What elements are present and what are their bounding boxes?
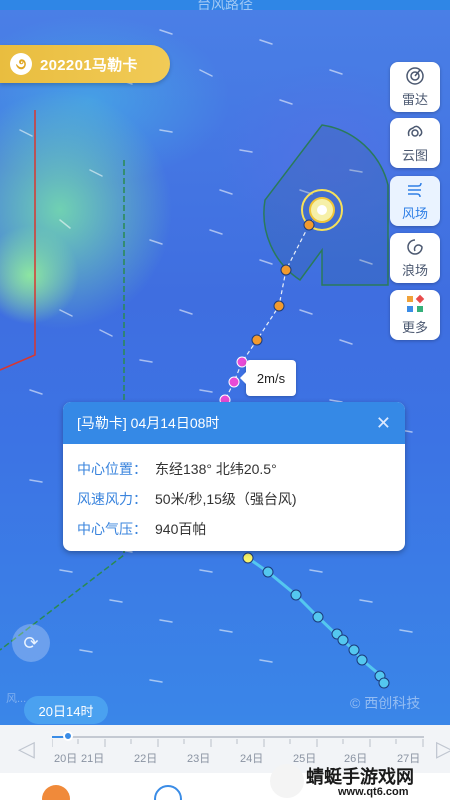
map-watermark: © 西创科技 <box>350 695 421 711</box>
typhoon-name: 202201马勒卡 <box>40 56 138 74</box>
tool-more[interactable]: 更多 <box>390 290 440 340</box>
info-key: 中心位置： <box>77 461 147 477</box>
tool-label: 雷达 <box>401 92 428 107</box>
wind-speed-bubble: 2m/s <box>240 360 296 396</box>
date-label: 23日 <box>187 753 211 765</box>
date-label: 22日 <box>134 753 158 765</box>
next-icon[interactable]: ▷ <box>436 736 450 762</box>
date-label: 20日 <box>54 753 78 765</box>
current-time-chip: 20日14时 <box>24 696 108 724</box>
nav-typhoon-icon[interactable] <box>154 785 182 800</box>
tool-wind[interactable]: 风场 <box>390 176 440 226</box>
tool-cloud[interactable]: 云图 <box>390 118 440 168</box>
typhoon-selector-chip[interactable]: ૭ 202201马勒卡 <box>0 45 170 83</box>
brand-logo-icon <box>270 764 304 798</box>
nav-home-icon[interactable] <box>42 785 70 800</box>
wind-streaks <box>19 29 413 683</box>
info-row-wind: 风速风力： 50米/秒,15级（强台风) <box>63 484 405 514</box>
typhoon-info-card: [马勒卡] 04月14日08时 ✕ 中心位置： 东经138° 北纬20.5° 风… <box>63 402 405 551</box>
timeline-track[interactable] <box>52 736 424 738</box>
top-bar: 台风路径 <box>0 0 450 12</box>
tool-label: 风场 <box>401 206 428 221</box>
tool-wave[interactable]: 浪场 <box>390 233 440 283</box>
tool-label: 浪场 <box>401 263 428 278</box>
info-card-title: [马勒卡] 04月14日08时 <box>77 415 220 431</box>
wind-field-icon <box>408 182 422 198</box>
refresh-button[interactable]: ⟳ <box>12 624 50 662</box>
date-label: 21日 <box>81 753 105 765</box>
warning-line-red <box>0 110 36 371</box>
info-value: 50米/秒,15级（强台风) <box>155 491 297 507</box>
info-row-position: 中心位置： 东经138° 北纬20.5° <box>63 454 405 484</box>
map-left-note: 风... <box>6 693 27 705</box>
info-key: 中心气压： <box>77 521 147 537</box>
refresh-icon: ⟳ <box>23 632 39 653</box>
more-apps-icon <box>407 294 425 312</box>
wave-field-icon <box>407 239 423 255</box>
cloud-image-icon <box>407 125 423 137</box>
timeline-ticks <box>52 739 424 747</box>
radar-icon <box>406 67 424 85</box>
brand-url: www.qt6.com <box>338 786 409 798</box>
info-value: 东经138° 北纬20.5° <box>155 461 277 477</box>
tool-label: 更多 <box>401 320 428 335</box>
close-icon[interactable]: ✕ <box>376 413 391 434</box>
typhoon-icon: ૭ <box>10 53 32 75</box>
typhoon-map[interactable] <box>0 10 450 725</box>
tool-label: 云图 <box>401 148 428 163</box>
info-card-header: [马勒卡] 04月14日08时 ✕ <box>63 402 405 444</box>
map-overlay <box>0 29 413 689</box>
info-key: 风速风力： <box>77 491 147 507</box>
date-label: 24日 <box>240 753 264 765</box>
info-value: 940百帕 <box>155 521 207 537</box>
info-row-pressure: 中心气压： 940百帕 <box>63 514 405 544</box>
tool-radar[interactable]: 雷达 <box>390 62 440 112</box>
